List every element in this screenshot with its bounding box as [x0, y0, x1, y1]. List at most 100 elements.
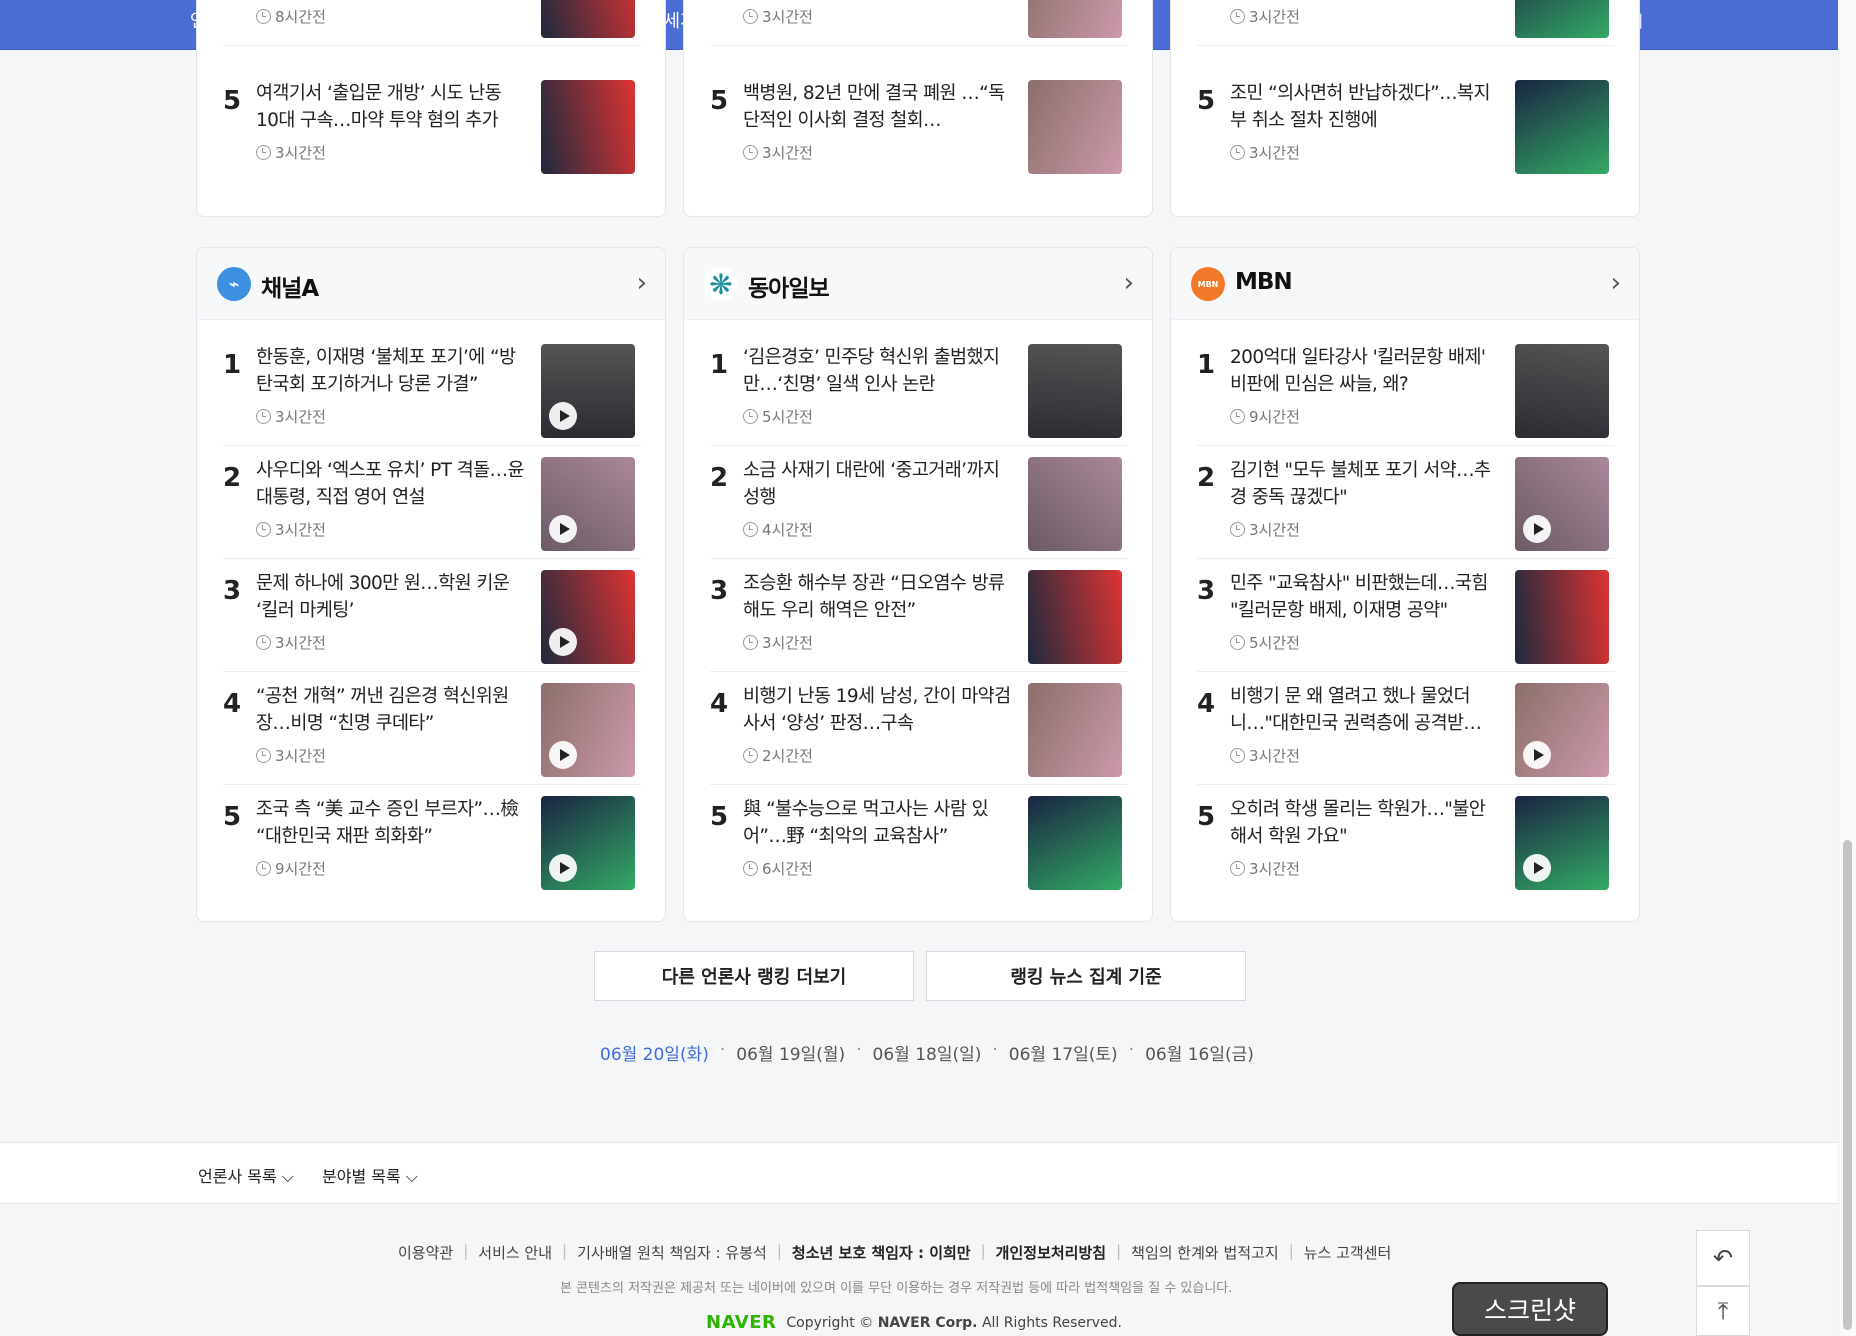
press-header[interactable]: ❋ 동아일보 ›	[684, 248, 1152, 320]
footer-link-3[interactable]: 청소년 보호 책임자 : 이희만	[792, 1242, 971, 1263]
news-item[interactable]: 2 소금 사재기 대란에 ‘중고거래’까지 성행 4시간전	[710, 447, 1128, 559]
footer-link-1[interactable]: 서비스 안내	[478, 1242, 552, 1263]
chevron-right-icon[interactable]: ›	[637, 268, 647, 298]
news-thumbnail[interactable]	[1028, 344, 1122, 438]
news-time: 8시간전	[256, 6, 326, 27]
news-title[interactable]: 200억대 일타강사 '킬러문항 배제' 비판에 민심은 싸늘, 왜?	[1230, 344, 1500, 398]
news-item[interactable]: 4 비행기 문 왜 열려고 했나 물었더니…"대한민국 권력층에 공격받… 3시간전	[1197, 673, 1615, 785]
news-item[interactable]: 4 “공천 개혁” 꺼낸 김은경 혁신위원장…비명 “친명 쿠데타” 3시간전	[223, 673, 641, 785]
press-name[interactable]: MBN	[1235, 269, 1293, 295]
news-title[interactable]: 백병원, 82년 만에 결국 폐원 …“독단적인 이사회 결정 철회…	[743, 80, 1013, 134]
rank-number: 2	[710, 463, 729, 493]
news-title[interactable]: 사우디와 ‘엑스포 유치’ PT 격돌…윤 대통령, 직접 영어 연설	[256, 457, 526, 511]
news-title[interactable]: 김기현 "모두 불체포 포기 서약…추경 중독 끊겠다"	[1230, 457, 1500, 511]
scrollbar-thumb[interactable]	[1843, 840, 1852, 1330]
news-item[interactable]: 5 조국 측 “美 교수 증인 부르자”…檢 “대한민국 재판 희화화” 9시간전	[223, 786, 641, 898]
news-item[interactable]: 2 김기현 "모두 불체포 포기 서약…추경 중독 끊겠다" 3시간전	[1197, 447, 1615, 559]
news-thumbnail[interactable]	[1515, 0, 1609, 38]
section-list-dropdown[interactable]: 분야별 목록 ⌵	[322, 1163, 418, 1187]
news-title[interactable]: 조민 “의사면허 반납하겠다”…복지부 취소 절차 진행에	[1230, 80, 1500, 134]
news-title[interactable]: 민주 "교육참사" 비판했는데…국힘 "킬러문항 배제, 이재명 공약"	[1230, 570, 1500, 624]
news-item[interactable]: 3시간전	[1197, 0, 1615, 46]
news-title[interactable]: 소금 사재기 대란에 ‘중고거래’까지 성행	[743, 457, 1013, 511]
news-thumbnail[interactable]	[1028, 683, 1122, 777]
footer-link-6[interactable]: 뉴스 고객센터	[1304, 1242, 1392, 1263]
news-thumbnail[interactable]	[1515, 570, 1609, 664]
rank-number: 1	[223, 350, 242, 380]
more-press-ranking-button[interactable]: 다른 언론사 랭킹 더보기	[594, 951, 914, 1001]
date-link-2[interactable]: 06월 18일(일)	[873, 1040, 982, 1065]
news-item[interactable]: 4 비행기 난동 19세 남성, 간이 마약검사서 ‘양성’ 판정…구속 2시간전	[710, 673, 1128, 785]
news-item[interactable]: 3 조승환 해수부 장관 “日오염수 방류해도 우리 해역은 안전” 3시간전	[710, 560, 1128, 672]
news-item[interactable]: 1 한동훈, 이재명 ‘불체포 포기’에 “방탄국회 포기하거나 당론 가결” 3시…	[223, 334, 641, 446]
news-title[interactable]: 비행기 문 왜 열려고 했나 물었더니…"대한민국 권력층에 공격받…	[1230, 683, 1500, 737]
news-thumbnail[interactable]	[541, 683, 635, 777]
news-thumbnail[interactable]	[541, 80, 635, 174]
play-icon	[549, 741, 577, 769]
news-item[interactable]: 5 백병원, 82년 만에 결국 폐원 …“독단적인 이사회 결정 철회… 3시간전	[710, 70, 1128, 182]
news-thumbnail[interactable]	[1028, 457, 1122, 551]
time-label: 8시간전	[275, 8, 326, 26]
footer-link-0[interactable]: 이용약관	[398, 1242, 453, 1263]
news-thumbnail[interactable]	[1515, 683, 1609, 777]
press-name[interactable]: 동아일보	[748, 269, 830, 303]
news-title[interactable]: 與 “불수능으로 먹고사는 사람 있어”…野 “최악의 교육참사”	[743, 796, 1013, 850]
news-title[interactable]: 문제 하나에 300만 원…학원 키운 ‘킬러 마케팅’	[256, 570, 526, 624]
news-item[interactable]: 5 與 “불수능으로 먹고사는 사람 있어”…野 “최악의 교육참사” 6시간전	[710, 786, 1128, 898]
news-thumbnail[interactable]	[1028, 0, 1122, 38]
news-thumbnail[interactable]	[541, 796, 635, 890]
press-list-dropdown[interactable]: 언론사 목록 ⌵	[198, 1163, 294, 1187]
news-title[interactable]: “공천 개혁” 꺼낸 김은경 혁신위원장…비명 “친명 쿠데타”	[256, 683, 526, 737]
news-thumbnail[interactable]	[1028, 570, 1122, 664]
date-link-0[interactable]: 06월 20일(화)	[600, 1040, 709, 1065]
news-thumbnail[interactable]	[541, 570, 635, 664]
news-item[interactable]: 3시간전	[710, 0, 1128, 46]
back-to-top-button[interactable]: ⤒	[1696, 1286, 1750, 1336]
news-thumbnail[interactable]	[1028, 796, 1122, 890]
news-thumbnail[interactable]	[1515, 344, 1609, 438]
footer-link-4[interactable]: 개인정보처리방침	[996, 1242, 1106, 1263]
rank-number: 1	[1197, 350, 1216, 380]
news-item[interactable]: 2 사우디와 ‘엑스포 유치’ PT 격돌…윤 대통령, 직접 영어 연설 3시간전	[223, 447, 641, 559]
naver-logo[interactable]: NAVER	[706, 1312, 776, 1333]
news-item[interactable]: 3 민주 "교육참사" 비판했는데…국힘 "킬러문항 배제, 이재명 공약" 5시간…	[1197, 560, 1615, 672]
divider: |	[562, 1242, 568, 1260]
news-item[interactable]: 5 여객기서 ‘출입문 개방’ 시도 난동 10대 구속…마약 투약 혐의 추가 3…	[223, 70, 641, 182]
news-item[interactable]: 1 ‘김은경호’ 민주당 혁신위 출범했지만…‘친명’ 일색 인사 논란 5시간전	[710, 334, 1128, 446]
footer-link-5[interactable]: 책임의 한계와 법적고지	[1131, 1242, 1279, 1263]
clock-icon	[743, 635, 758, 650]
news-thumbnail[interactable]	[541, 457, 635, 551]
news-title[interactable]: 한동훈, 이재명 ‘불체포 포기’에 “방탄국회 포기하거나 당론 가결”	[256, 344, 526, 398]
news-title[interactable]: ‘김은경호’ 민주당 혁신위 출범했지만…‘친명’ 일색 인사 논란	[743, 344, 1013, 398]
screenshot-button[interactable]: 스크린샷	[1452, 1282, 1608, 1336]
time-label: 5시간전	[1249, 634, 1300, 652]
news-title[interactable]: 여객기서 ‘출입문 개방’ 시도 난동 10대 구속…마약 투약 혐의 추가	[256, 80, 526, 134]
news-item[interactable]: 8시간전	[223, 0, 641, 46]
news-title[interactable]: 조국 측 “美 교수 증인 부르자”…檢 “대한민국 재판 희화화”	[256, 796, 526, 850]
chevron-right-icon[interactable]: ›	[1611, 268, 1621, 298]
rank-number: 2	[1197, 463, 1216, 493]
ranking-criteria-button[interactable]: 랭킹 뉴스 집계 기준	[926, 951, 1246, 1001]
news-title[interactable]: 비행기 난동 19세 남성, 간이 마약검사서 ‘양성’ 판정…구속	[743, 683, 1013, 737]
press-header[interactable]: ⌁ 채널A ›	[197, 248, 665, 320]
press-header[interactable]: MBN MBN ›	[1171, 248, 1639, 320]
news-item[interactable]: 5 오히려 학생 몰리는 학원가…"불안해서 학원 가요" 3시간전	[1197, 786, 1615, 898]
news-thumbnail[interactable]	[1515, 457, 1609, 551]
undo-button[interactable]: ↶	[1696, 1230, 1750, 1286]
news-item[interactable]: 5 조민 “의사면허 반납하겠다”…복지부 취소 절차 진행에 3시간전	[1197, 70, 1615, 182]
news-title[interactable]: 조승환 해수부 장관 “日오염수 방류해도 우리 해역은 안전”	[743, 570, 1013, 624]
footer-link-2[interactable]: 기사배열 원칙 책임자 : 유봉석	[577, 1242, 767, 1263]
news-title[interactable]: 오히려 학생 몰리는 학원가…"불안해서 학원 가요"	[1230, 796, 1500, 850]
press-name[interactable]: 채널A	[261, 269, 319, 303]
news-thumbnail[interactable]	[1028, 80, 1122, 174]
news-thumbnail[interactable]	[541, 0, 635, 38]
news-thumbnail[interactable]	[1515, 80, 1609, 174]
chevron-right-icon[interactable]: ›	[1124, 268, 1134, 298]
news-thumbnail[interactable]	[541, 344, 635, 438]
date-link-4[interactable]: 06월 16일(금)	[1145, 1040, 1254, 1065]
date-link-3[interactable]: 06월 17일(토)	[1009, 1040, 1118, 1065]
news-thumbnail[interactable]	[1515, 796, 1609, 890]
date-link-1[interactable]: 06월 19일(월)	[736, 1040, 845, 1065]
news-item[interactable]: 1 200억대 일타강사 '킬러문항 배제' 비판에 민심은 싸늘, 왜? 9시간전	[1197, 334, 1615, 446]
news-item[interactable]: 3 문제 하나에 300만 원…학원 키운 ‘킬러 마케팅’ 3시간전	[223, 560, 641, 672]
